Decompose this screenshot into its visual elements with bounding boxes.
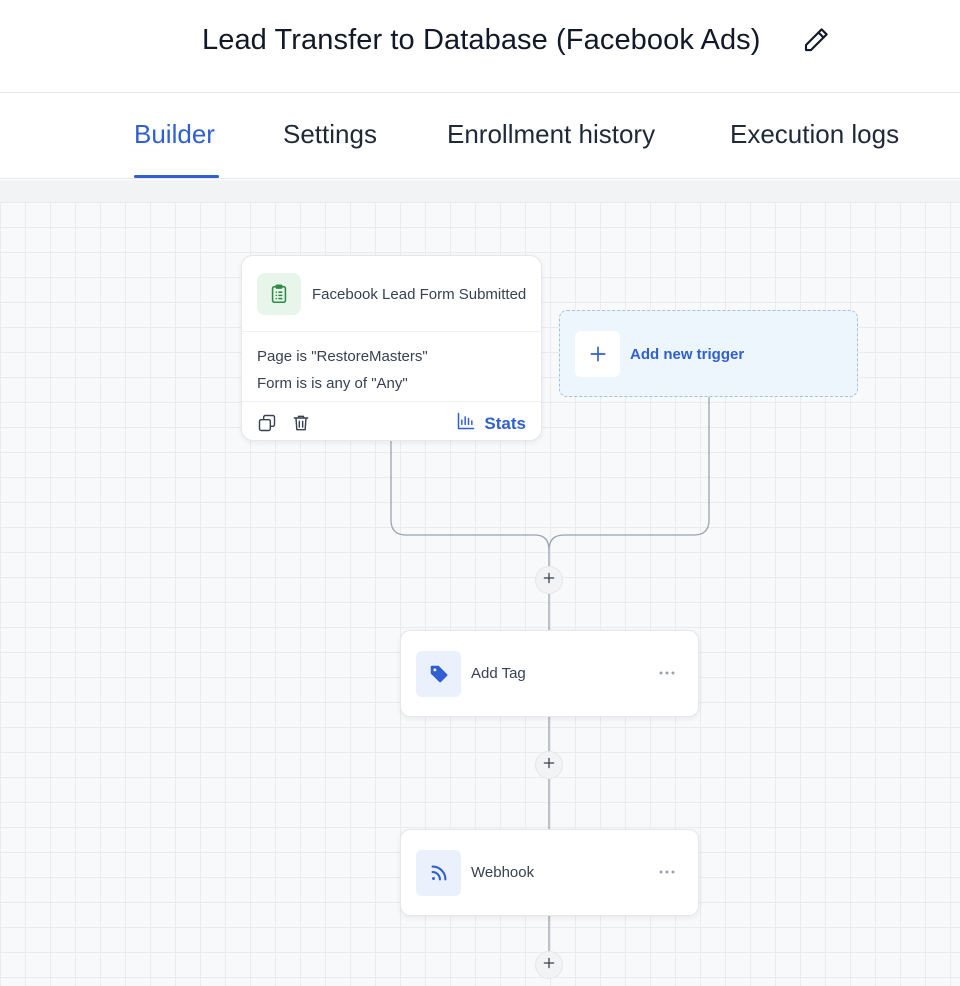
- tab-bar: Builder Settings Enrollment history Exec…: [0, 93, 960, 179]
- workflow-title: Lead Transfer to Database (Facebook Ads): [202, 24, 761, 56]
- more-options-icon[interactable]: [656, 862, 678, 882]
- active-tab-indicator: [134, 175, 219, 178]
- rss-icon: [416, 850, 461, 896]
- action-label: Webhook: [471, 864, 535, 881]
- trigger-card-footer: Stats: [242, 401, 541, 441]
- trigger-card[interactable]: Facebook Lead Form Submitted Page is "Re…: [241, 255, 542, 441]
- trigger-title: Facebook Lead Form Submitted: [312, 286, 527, 303]
- pencil-icon: [801, 25, 831, 60]
- add-step-button[interactable]: [535, 951, 563, 979]
- tab-enrollment-history[interactable]: Enrollment history: [447, 119, 655, 150]
- edit-title-button[interactable]: [800, 26, 832, 58]
- trigger-condition-page: Page is "RestoreMasters": [257, 348, 428, 365]
- tab-builder[interactable]: Builder: [134, 119, 215, 150]
- workflow-header: Lead Transfer to Database (Facebook Ads): [0, 0, 960, 93]
- tab-settings[interactable]: Settings: [283, 119, 377, 150]
- stats-label: Stats: [484, 413, 526, 433]
- plus-icon: [542, 756, 556, 775]
- trigger-card-header: Facebook Lead Form Submitted: [242, 256, 541, 332]
- bar-chart-icon: [456, 411, 476, 436]
- plus-icon: [542, 571, 556, 590]
- add-step-button[interactable]: [535, 566, 563, 594]
- action-label: Add Tag: [471, 665, 526, 682]
- clipboard-icon: [257, 273, 301, 315]
- action-card-webhook[interactable]: Webhook: [400, 829, 699, 916]
- add-step-button[interactable]: [535, 751, 563, 779]
- tab-execution-logs[interactable]: Execution logs: [730, 119, 899, 150]
- add-new-trigger-button[interactable]: Add new trigger: [559, 310, 858, 397]
- action-card-add-tag[interactable]: Add Tag: [400, 630, 699, 717]
- copy-icon[interactable]: [256, 412, 278, 434]
- plus-icon: [542, 956, 556, 975]
- plus-icon: [575, 331, 620, 377]
- stats-button[interactable]: Stats: [456, 411, 526, 436]
- more-options-icon[interactable]: [656, 663, 678, 683]
- canvas-toolbar-strip: [0, 180, 960, 202]
- tag-icon: [416, 651, 461, 697]
- trash-icon[interactable]: [290, 412, 312, 434]
- trigger-conditions: Page is "RestoreMasters" Form is is any …: [257, 343, 428, 397]
- trigger-condition-form: Form is is any of "Any": [257, 375, 408, 392]
- add-new-trigger-label: Add new trigger: [630, 346, 745, 363]
